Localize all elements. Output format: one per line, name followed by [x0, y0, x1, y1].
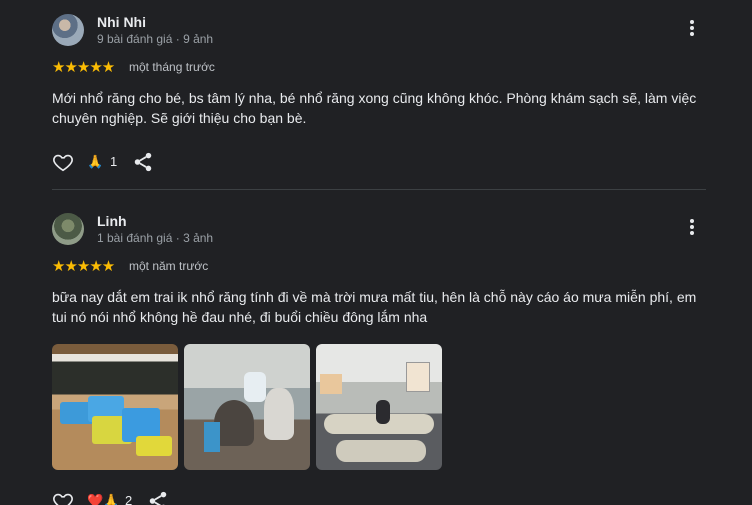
heart-outline-icon — [53, 154, 73, 172]
divider — [52, 189, 706, 190]
share-button[interactable] — [147, 490, 169, 505]
like-button[interactable] — [52, 151, 74, 173]
review-photo[interactable] — [316, 344, 442, 470]
author-name[interactable]: Linh — [97, 213, 127, 229]
more-vert-icon — [690, 219, 694, 223]
review-date: một năm trước — [129, 259, 209, 273]
star-rating: ★★★★★ — [52, 258, 115, 275]
star-rating: ★★★★★ — [52, 59, 115, 76]
reaction-count: 2 — [125, 493, 133, 505]
author-meta: 1 bài đánh giá · 3 ảnh — [97, 231, 214, 245]
review-card: Linh 1 bài đánh giá · 3 ảnh ★★★★★ một nă… — [52, 211, 706, 505]
review-actions: ❤️🙏 2 — [52, 490, 706, 505]
review-card: Nhi Nhi 9 bài đánh giá · 9 ảnh ★★★★★ một… — [52, 12, 706, 175]
author-name[interactable]: Nhi Nhi — [97, 14, 146, 30]
share-button[interactable] — [132, 151, 154, 173]
review-text: Mới nhổ răng cho bé, bs tâm lý nha, bé n… — [52, 90, 697, 126]
review-header: Nhi Nhi 9 bài đánh giá · 9 ảnh — [52, 12, 706, 52]
avatar[interactable] — [52, 14, 84, 46]
heart-outline-icon — [53, 493, 73, 505]
rating-row: ★★★★★ một năm trước — [52, 257, 706, 275]
more-options-button[interactable] — [686, 219, 698, 239]
review-date: một tháng trước — [129, 60, 215, 74]
review-header: Linh 1 bài đánh giá · 3 ảnh — [52, 211, 706, 251]
review-photo[interactable] — [184, 344, 310, 470]
reaction-emoji[interactable]: ❤️🙏 — [87, 493, 119, 505]
more-vert-icon — [690, 20, 694, 24]
share-icon — [149, 491, 167, 505]
share-icon — [134, 152, 152, 172]
rating-row: ★★★★★ một tháng trước — [52, 58, 706, 76]
review-text: bữa nay dắt em trai ik nhổ răng tính đi … — [52, 289, 697, 325]
review-photo[interactable] — [52, 344, 178, 470]
avatar[interactable] — [52, 213, 84, 245]
review-actions: 🙏 1 — [52, 151, 706, 175]
author-meta: 9 bài đánh giá · 9 ảnh — [97, 32, 214, 46]
reaction-count: 1 — [110, 154, 118, 169]
more-options-button[interactable] — [686, 20, 698, 40]
reaction-emoji[interactable]: 🙏 — [87, 154, 103, 170]
like-button[interactable] — [52, 490, 74, 505]
review-photos — [52, 344, 706, 470]
